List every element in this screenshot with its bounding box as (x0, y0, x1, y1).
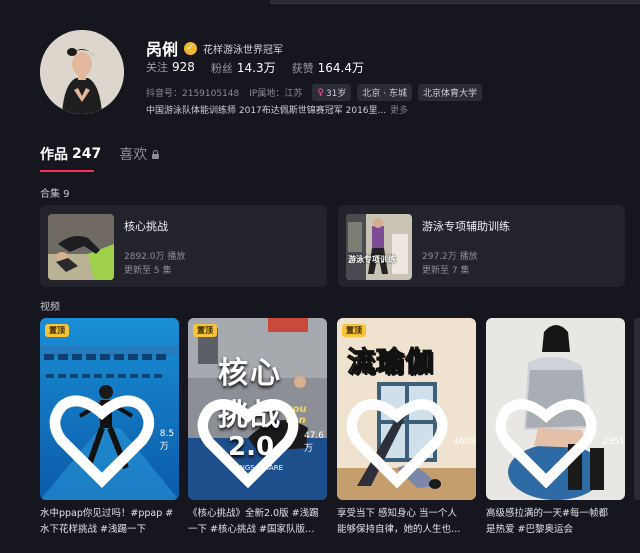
next-video-card-partial[interactable] (634, 318, 640, 500)
video-thumbnail: 2351 (486, 318, 625, 500)
likes-count: 47.6万 (303, 430, 324, 454)
tab-label: 喜欢 (119, 147, 148, 163)
likes-count: 4608 (453, 436, 476, 447)
video-card[interactable]: 流瑜伽 置顶 4608 享受当下 感知身心 当一个人 能够保持自律，她的人生也… (337, 318, 476, 538)
videos-label: 视频 (40, 302, 60, 313)
age-text: 31岁 (325, 89, 347, 99)
caption-line: 能够保持自律，她的人生也… (337, 524, 461, 535)
video-likes: 4608 (345, 390, 476, 494)
bio-more-link[interactable]: 更多 (390, 106, 408, 116)
collections-label: 合集 9 (40, 189, 70, 200)
collection-update: 更新至 5 集 (124, 266, 172, 276)
likes-count: 8.5万 (159, 428, 175, 452)
bio-text: 中国游泳队体能训练师 2017布达佩斯世锦赛冠军 2016里... (146, 106, 387, 116)
caption-line: 一下 #核心挑战 #国家队版… (188, 524, 315, 535)
video-likes: 47.6万 (196, 390, 327, 494)
caption-line: 《核心挑战》全新2.0版 #浅踢 (188, 508, 319, 519)
heart-icon (495, 399, 597, 489)
stat-value: 164.4万 (317, 61, 364, 75)
location-chip: 北京 · 东城 (357, 84, 412, 101)
overlay-title: 流瑜伽 (346, 345, 435, 379)
pinned-badge: 置顶 (45, 324, 69, 337)
tab-label: 作品 (40, 147, 68, 163)
video-caption: 水中ppap你见过吗！#ppap # 水下花样挑战 #浅踢一下 (40, 506, 179, 538)
douyin-id: 抖音号：2159105148 (146, 89, 240, 99)
collection-card[interactable]: 核心挑战 2892.0万 播放 更新至 5 集 (40, 205, 327, 287)
video-card[interactable]: 2351 高级感拉满的一天#每一帧都 是热爱 #巴黎奥运会 (486, 318, 625, 538)
tab-works[interactable]: 作品 247 (40, 144, 101, 164)
verified-icon: ✓ (184, 41, 198, 55)
video-thumbnail: 核心 挑战 2.0 THINGS/ SHARE you can 置顶 47.6万 (188, 318, 327, 500)
collection-title: 核心挑战 (124, 220, 168, 233)
stat-value: 14.3万 (236, 61, 276, 75)
caption-line: 水中ppap你见过吗！#ppap # (40, 508, 174, 519)
stat-value: 928 (172, 60, 195, 74)
collection-thumbnail: 游泳专项训练 (346, 214, 412, 280)
ip-location: IP属地：江苏 (249, 89, 303, 99)
video-thumbnail: 置顶 8.5万 (40, 318, 179, 500)
likes-count: 2351 (602, 436, 625, 447)
video-caption: 享受当下 感知身心 当一个人 能够保持自律，她的人生也… (337, 506, 476, 538)
caption-line: 享受当下 感知身心 当一个人 (337, 508, 458, 519)
stat-label: 粉丝 (210, 62, 233, 75)
school-chip: 北京体育大学 (418, 84, 483, 101)
collection-views: 2892.0万 播放 (124, 252, 186, 262)
video-caption: 《核心挑战》全新2.0版 #浅踢 一下 #核心挑战 #国家队版… (188, 506, 327, 538)
caption-line: 水下花样挑战 #浅踢一下 (40, 524, 146, 535)
stat-likes: 获赞 164.4万 (292, 59, 364, 76)
heart-icon (197, 399, 299, 489)
video-card[interactable]: 置顶 8.5万 水中ppap你见过吗！#ppap # 水下花样挑战 #浅踢一下 (40, 318, 179, 538)
pinned-badge: 置顶 (342, 324, 366, 337)
collection-thumb-text: 游泳专项训练 (348, 255, 396, 264)
heart-icon (49, 395, 155, 489)
video-likes: 2351 (494, 390, 625, 494)
tab-likes[interactable]: 喜欢 (119, 144, 160, 164)
active-tab-indicator (40, 170, 94, 172)
collection-thumbnail (48, 214, 114, 280)
caption-line: 高级感拉满的一天#每一帧都 (486, 508, 608, 519)
stat-label: 关注 (146, 61, 168, 74)
overlay-title-line1: 核心 (218, 356, 282, 391)
age-chip: ♀ 31岁 (312, 84, 352, 101)
collection-update: 更新至 7 集 (422, 266, 470, 276)
collection-card[interactable]: 游泳专项训练 游泳专项辅助训练 297.2万 播放 更新至 7 集 (338, 205, 625, 287)
pinned-badge: 置顶 (193, 324, 217, 337)
collection-views: 297.2万 播放 (422, 252, 478, 262)
stat-following[interactable]: 关注 928 (146, 59, 195, 76)
caption-line: 是热爱 #巴黎奥运会 (486, 524, 573, 535)
stat-followers[interactable]: 粉丝 14.3万 (211, 59, 276, 76)
profile-name: 呙俐 (146, 40, 179, 59)
verified-text: 花样游泳世界冠军 (203, 44, 284, 56)
female-icon: ♀ (317, 87, 324, 98)
lock-icon (151, 149, 160, 159)
top-search-strip (270, 0, 640, 4)
video-card[interactable]: 核心 挑战 2.0 THINGS/ SHARE you can 置顶 47.6万… (188, 318, 327, 538)
avatar[interactable] (40, 30, 124, 114)
video-thumbnail: 流瑜伽 置顶 4608 (337, 318, 476, 500)
video-caption: 高级感拉满的一天#每一帧都 是热爱 #巴黎奥运会 (486, 506, 625, 538)
collection-title: 游泳专项辅助训练 (422, 220, 510, 233)
tab-count: 247 (72, 146, 102, 162)
stat-label: 获赞 (291, 62, 314, 75)
heart-icon (346, 399, 448, 489)
video-likes: 8.5万 (48, 386, 179, 494)
bio: 中国游泳队体能训练师 2017布达佩斯世锦赛冠军 2016里... 更多 (146, 103, 408, 116)
